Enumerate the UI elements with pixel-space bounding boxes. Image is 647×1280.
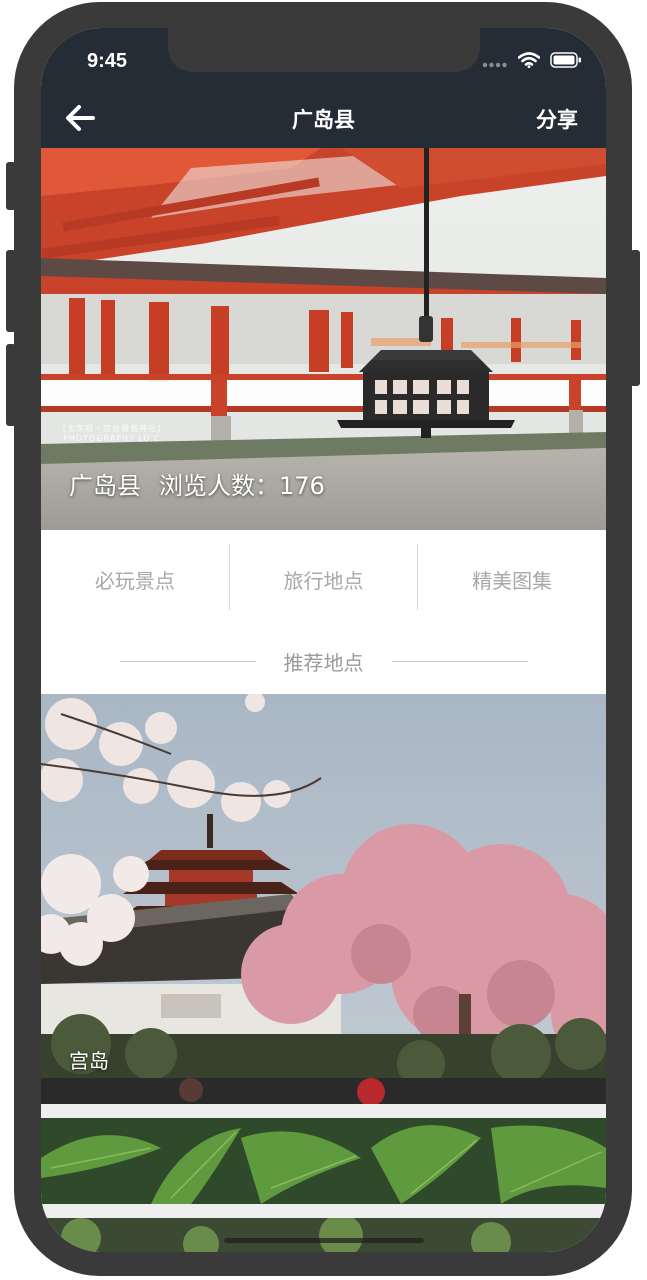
nav-bar: 广岛县 分享 [41,88,606,148]
share-button[interactable]: 分享 [536,104,578,134]
phone-screen: 9:45 广岛县 分享 [太宰府・宮島厳島神社] PHOTOGRAPHY LU.… [41,28,606,1252]
status-icons [482,52,582,72]
home-indicator[interactable] [224,1238,424,1243]
wifi-icon [517,52,541,72]
category-tabs: 必玩景点 旅行地点 精美图集 [41,530,606,628]
pagoda-cherry-blossom-photo [41,694,606,1104]
tab-must-visit[interactable]: 必玩景点 [41,530,229,628]
place-card-miyajima[interactable]: 宫岛 [41,694,606,1104]
tab-travel-places[interactable]: 旅行地点 [230,530,418,628]
battery-icon [550,52,582,72]
hero-image: [太宰府・宮島厳島神社] PHOTOGRAPHY LU.C 广岛县 浏览人数：1… [41,148,606,530]
third-place-photo [41,1218,606,1252]
watermark-line-1: [太宰府・宮島厳島神社] [63,424,162,433]
status-time: 9:45 [87,50,128,72]
section-title: 推荐地点 [283,650,364,675]
card-separator [41,1104,606,1118]
place-name: 宫岛 [69,1049,109,1073]
section-line-left [119,660,256,662]
hero-caption: 广岛县 浏览人数：176 [69,466,325,501]
card-separator [41,1204,606,1218]
tab-gallery[interactable]: 精美图集 [418,530,606,628]
volume-down-button [6,344,16,426]
hero-views: 浏览人数：176 [159,472,325,500]
section-header: 推荐地点 [41,628,606,694]
place-card-second[interactable] [41,1118,606,1204]
watermark-line-2: PHOTOGRAPHY LU.C [63,434,161,443]
photo-watermark: [太宰府・宮島厳島神社] PHOTOGRAPHY LU.C [63,424,161,444]
notch [168,28,480,72]
hero-location: 广岛县 [69,472,141,500]
signal-dots-icon [482,53,508,72]
place-card-third[interactable] [41,1218,606,1252]
power-button [630,250,640,386]
palm-leaves-photo [41,1118,606,1204]
page-title: 广岛县 [292,108,355,132]
section-line-right [391,660,528,662]
volume-up-button [6,250,16,332]
mute-switch [6,162,16,210]
